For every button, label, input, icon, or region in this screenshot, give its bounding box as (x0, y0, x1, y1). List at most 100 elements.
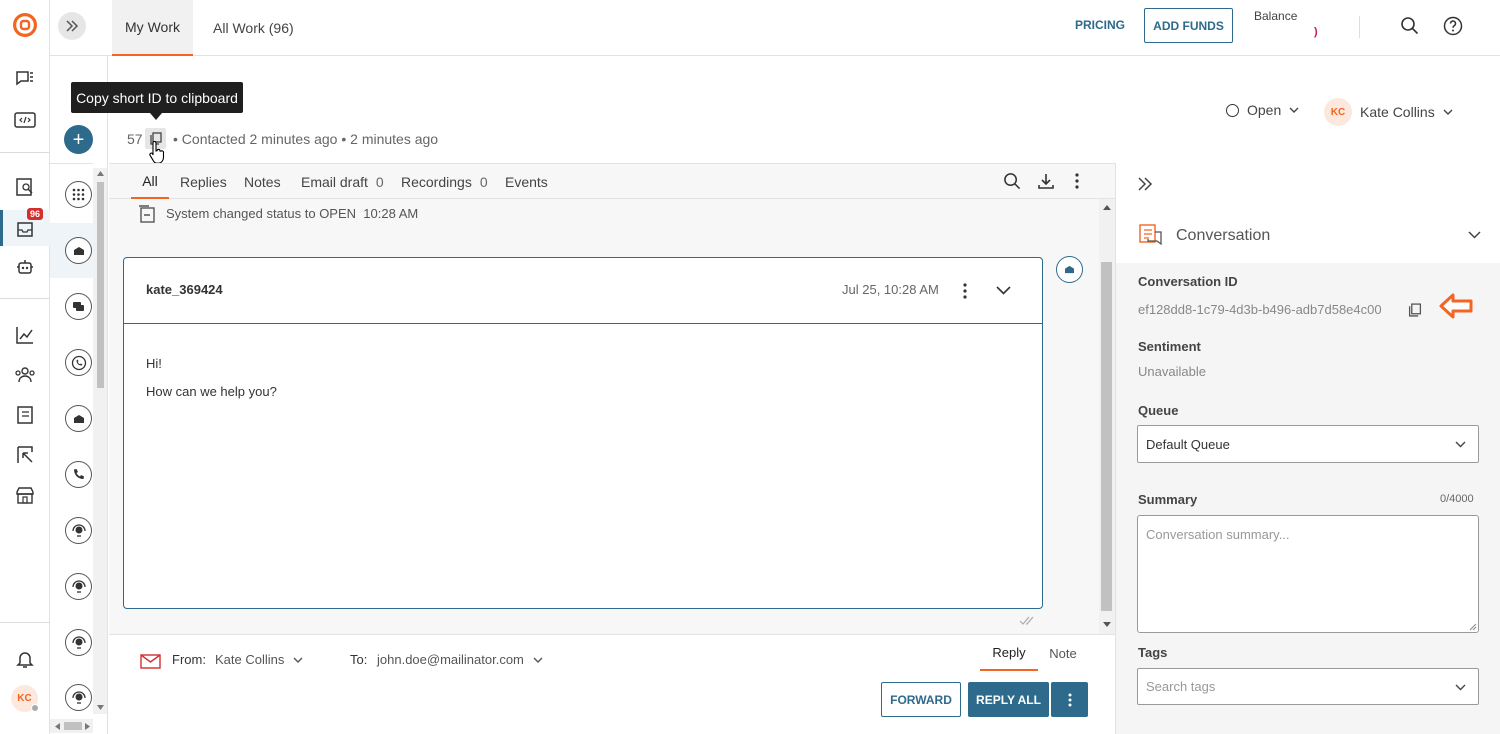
reply-all-button[interactable]: REPLY ALL (968, 682, 1049, 717)
message-card: kate_369424 Jul 25, 10:28 AM Hi! How can… (123, 257, 1043, 609)
annotation-arrow-icon (1439, 293, 1473, 319)
assignee-dropdown[interactable]: KC Kate Collins (1324, 98, 1453, 126)
support-agent-icon-4[interactable] (65, 684, 92, 711)
panel-header (1116, 163, 1500, 263)
assignee-avatar: KC (1324, 98, 1352, 126)
queue-label: Queue (1138, 403, 1179, 418)
reply-mode-tab[interactable]: Reply (980, 635, 1038, 671)
scroll-up-icon (97, 171, 104, 176)
conversation-section-icon (1138, 222, 1164, 248)
new-conversation-button[interactable]: + (64, 125, 93, 154)
chat-channel-icon[interactable] (65, 293, 92, 320)
pricing-link[interactable]: PRICING (1075, 18, 1125, 32)
summary-placeholder: Conversation summary... (1146, 527, 1290, 542)
double-chevron-right-icon (66, 20, 79, 32)
support-agent-icon[interactable] (65, 517, 92, 544)
send-options-button[interactable] (1051, 682, 1088, 717)
analytics-icon[interactable] (13, 323, 37, 347)
summary-counter: 0/4000 (1440, 493, 1474, 505)
copy-id-tooltip: Copy short ID to clipboard (71, 82, 243, 113)
tab-all-work[interactable]: All Work (96) (213, 0, 294, 56)
support-agent-icon-3[interactable] (65, 629, 92, 656)
routing-icon[interactable] (13, 443, 37, 467)
channel-column: + (50, 56, 108, 734)
message-line-2: How can we help you? (146, 384, 277, 399)
feed-tabs: All Replies Notes Email draft 0 Recording… (109, 163, 1115, 199)
collapse-message-icon[interactable] (996, 286, 1011, 295)
tab-replies[interactable]: Replies (180, 164, 227, 199)
tags-input[interactable]: Search tags (1137, 668, 1479, 705)
from-label: From: (172, 652, 206, 667)
tab-my-work[interactable]: My Work (112, 0, 193, 56)
status-change-icon (137, 204, 157, 224)
forward-button[interactable]: FORWARD (881, 682, 961, 717)
email-channel-icon-2[interactable] (65, 405, 92, 432)
support-agent-icon-2[interactable] (65, 573, 92, 600)
queue-select[interactable]: Default Queue (1137, 425, 1479, 463)
scroll-left-icon (55, 723, 60, 730)
divider (1359, 16, 1360, 38)
channel-hscrollbar[interactable] (50, 719, 93, 733)
section-toggle[interactable] (1468, 231, 1481, 239)
read-receipt-icon (1019, 616, 1034, 625)
bot-icon[interactable] (13, 255, 37, 279)
double-chevron-right-icon (1138, 177, 1153, 191)
notifications-bell-icon[interactable] (13, 647, 37, 671)
top-bar: My Work All Work (96) PRICING ADD FUNDS … (50, 0, 1500, 56)
contacts-book-icon[interactable] (13, 403, 37, 427)
chevron-down-icon (1455, 684, 1466, 691)
summary-label: Summary (1138, 492, 1198, 507)
add-funds-button[interactable]: ADD FUNDS (1144, 8, 1233, 43)
team-icon[interactable] (13, 363, 37, 387)
phone-channel-icon[interactable] (65, 461, 92, 488)
presence-dot (31, 704, 39, 712)
short-id: 57 (127, 131, 143, 147)
tags-label: Tags (1138, 645, 1168, 660)
download-icon[interactable] (1037, 172, 1055, 190)
left-rail: 96 KC (0, 0, 50, 734)
brand-logo-icon[interactable] (13, 13, 37, 37)
email-channel-icon[interactable] (65, 237, 92, 264)
expand-sidebar-button[interactable] (58, 12, 86, 40)
message-more-icon[interactable] (963, 283, 967, 299)
details-panel: Conversation Conversation ID ef128dd8-1c… (1115, 163, 1500, 734)
chevron-down-icon (1443, 109, 1453, 115)
collapse-panel-button[interactable] (1137, 177, 1153, 191)
more-vertical-icon (1068, 693, 1071, 706)
help-icon[interactable] (1443, 16, 1463, 36)
status-open-icon (1226, 103, 1239, 117)
dialpad-icon[interactable] (65, 181, 92, 208)
conversations-icon[interactable] (13, 67, 37, 91)
channel-scrollbar[interactable] (93, 168, 107, 714)
tab-email-draft[interactable]: Email draft 0 (301, 164, 384, 199)
search-icon[interactable] (1400, 16, 1420, 36)
code-ticket-icon[interactable] (13, 108, 37, 132)
summary-textarea[interactable]: Conversation summary... (1137, 515, 1479, 633)
message-sender: kate_369424 (146, 282, 223, 297)
knowledge-search-icon[interactable] (13, 175, 37, 199)
scroll-up-icon (1103, 205, 1111, 210)
note-mode-tab[interactable]: Note (1044, 635, 1082, 671)
event-row: System changed status to OPEN 10:28 AM (166, 206, 418, 221)
status-label: Open (1247, 102, 1282, 118)
channel-scrollbar-thumb[interactable] (97, 182, 104, 388)
status-dropdown[interactable]: Open (1226, 102, 1299, 118)
copy-conversation-id-icon[interactable] (1408, 303, 1422, 317)
tab-all[interactable]: All (131, 164, 169, 199)
sentiment-value: Unavailable (1138, 364, 1206, 379)
store-icon[interactable] (13, 483, 37, 507)
feed-search-icon[interactable] (1003, 172, 1022, 191)
tab-notes[interactable]: Notes (244, 164, 281, 199)
to-label: To: (350, 652, 368, 667)
more-options-icon[interactable] (1075, 173, 1079, 189)
email-direction-icon (1056, 256, 1083, 283)
reply-composer: From: Kate Collins To: john.doe@mailinat… (109, 634, 1115, 734)
tab-recordings[interactable]: Recordings 0 (401, 164, 488, 199)
feed-scrollbar[interactable] (1099, 199, 1115, 634)
from-selector[interactable]: Kate Collins (215, 652, 303, 667)
chevron-down-icon (1455, 441, 1466, 448)
tab-events[interactable]: Events (505, 164, 548, 199)
whatsapp-channel-icon[interactable] (65, 349, 92, 376)
feed-scrollbar-thumb[interactable] (1101, 262, 1112, 611)
to-selector[interactable]: john.doe@mailinator.com (377, 652, 543, 667)
